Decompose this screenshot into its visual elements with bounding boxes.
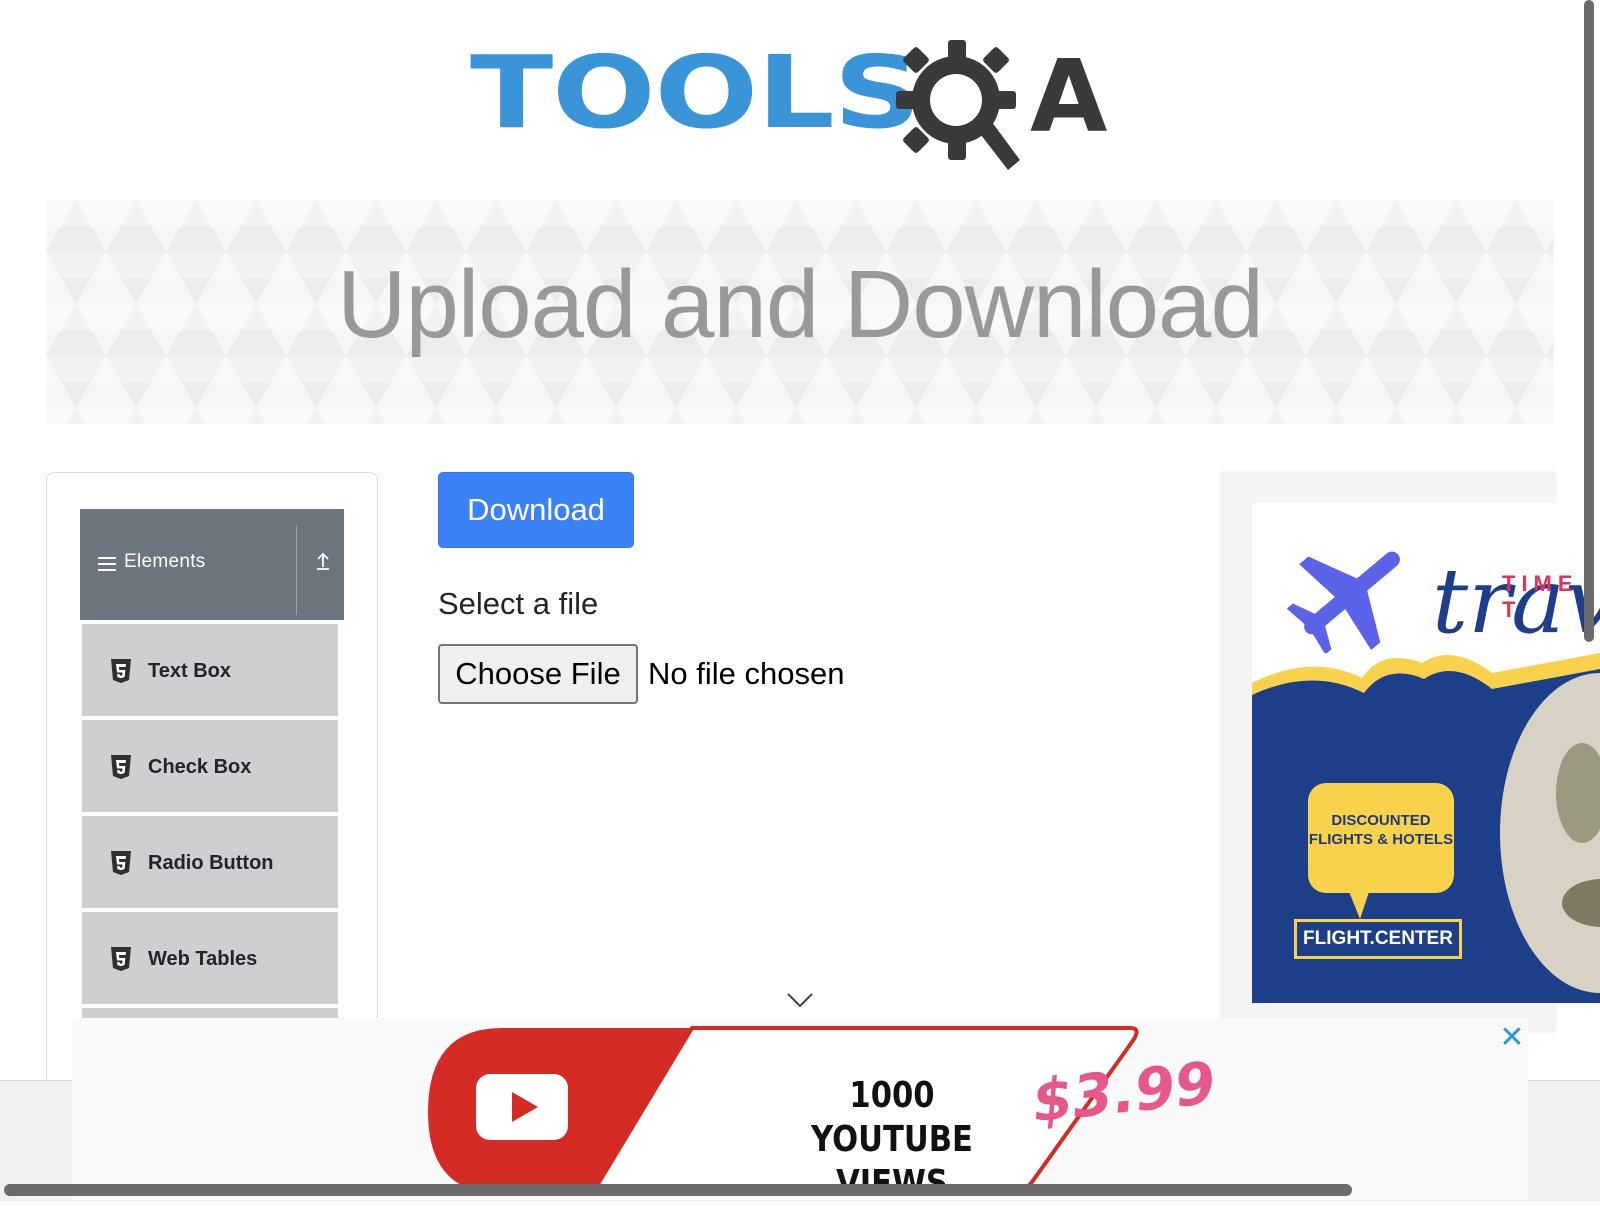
sidebar-item-label: Check Box <box>148 756 252 778</box>
html5-icon <box>111 851 131 875</box>
gear-magnifier-icon <box>896 40 1020 170</box>
horizontal-scrollbar[interactable] <box>4 1184 1352 1196</box>
html5-icon <box>111 659 131 683</box>
group-title: Elements <box>124 551 206 572</box>
sidebar-item-check-box[interactable]: Check Box <box>82 720 338 812</box>
close-ad-icon[interactable]: ✕ <box>1496 1022 1528 1054</box>
logo-text-tools: TOOLS <box>470 34 921 151</box>
sidebar-item-text-box[interactable]: Text Box <box>82 624 338 716</box>
bottom-ad-youtube[interactable]: 1000 YOUTUBE VIEWS $3.99 <box>72 1018 1528 1204</box>
page-banner: Upload and Download <box>46 200 1554 424</box>
html5-icon <box>111 947 131 971</box>
sidebar-item-label: Radio Button <box>148 852 274 874</box>
page-title: Upload and Download <box>337 251 1264 358</box>
toolsqa-logo[interactable]: TOOLS A <box>470 28 1130 178</box>
file-status-text: No file chosen <box>648 656 845 691</box>
sidebar-item-label: Text Box <box>148 660 231 682</box>
download-button[interactable]: Download <box>438 472 634 548</box>
divider <box>296 525 297 615</box>
collapse-arrow-icon[interactable] <box>302 551 344 576</box>
bubble-tail <box>1348 889 1370 919</box>
html5-icon <box>111 755 131 779</box>
vertical-scrollbar[interactable] <box>1584 0 1594 642</box>
ad-brand: FLIGHT.CENTER <box>1294 919 1462 959</box>
chevron-down-icon[interactable] <box>785 990 815 1010</box>
elements-group-header[interactable]: Elements <box>80 509 344 620</box>
sidebar-item-label: Web Tables <box>148 948 258 970</box>
airplane-icon <box>1286 551 1400 653</box>
right-ad-travel[interactable]: trav TIME T DISCOUNTED FLIGHTS & HOTELS … <box>1252 503 1600 1003</box>
sidebar-item-web-tables[interactable]: Web Tables <box>82 912 338 1004</box>
logo-text-a: A <box>1030 38 1108 155</box>
hamburger-icon <box>98 557 116 575</box>
ad-headline-count: 1000 <box>849 1075 935 1116</box>
ad-discount-bubble: DISCOUNTED FLIGHTS & HOTELS <box>1308 783 1454 893</box>
sidebar-item-radio-button[interactable]: Radio Button <box>82 816 338 908</box>
select-file-label: Select a file <box>438 586 599 621</box>
choose-file-button[interactable]: Choose File <box>438 644 638 704</box>
